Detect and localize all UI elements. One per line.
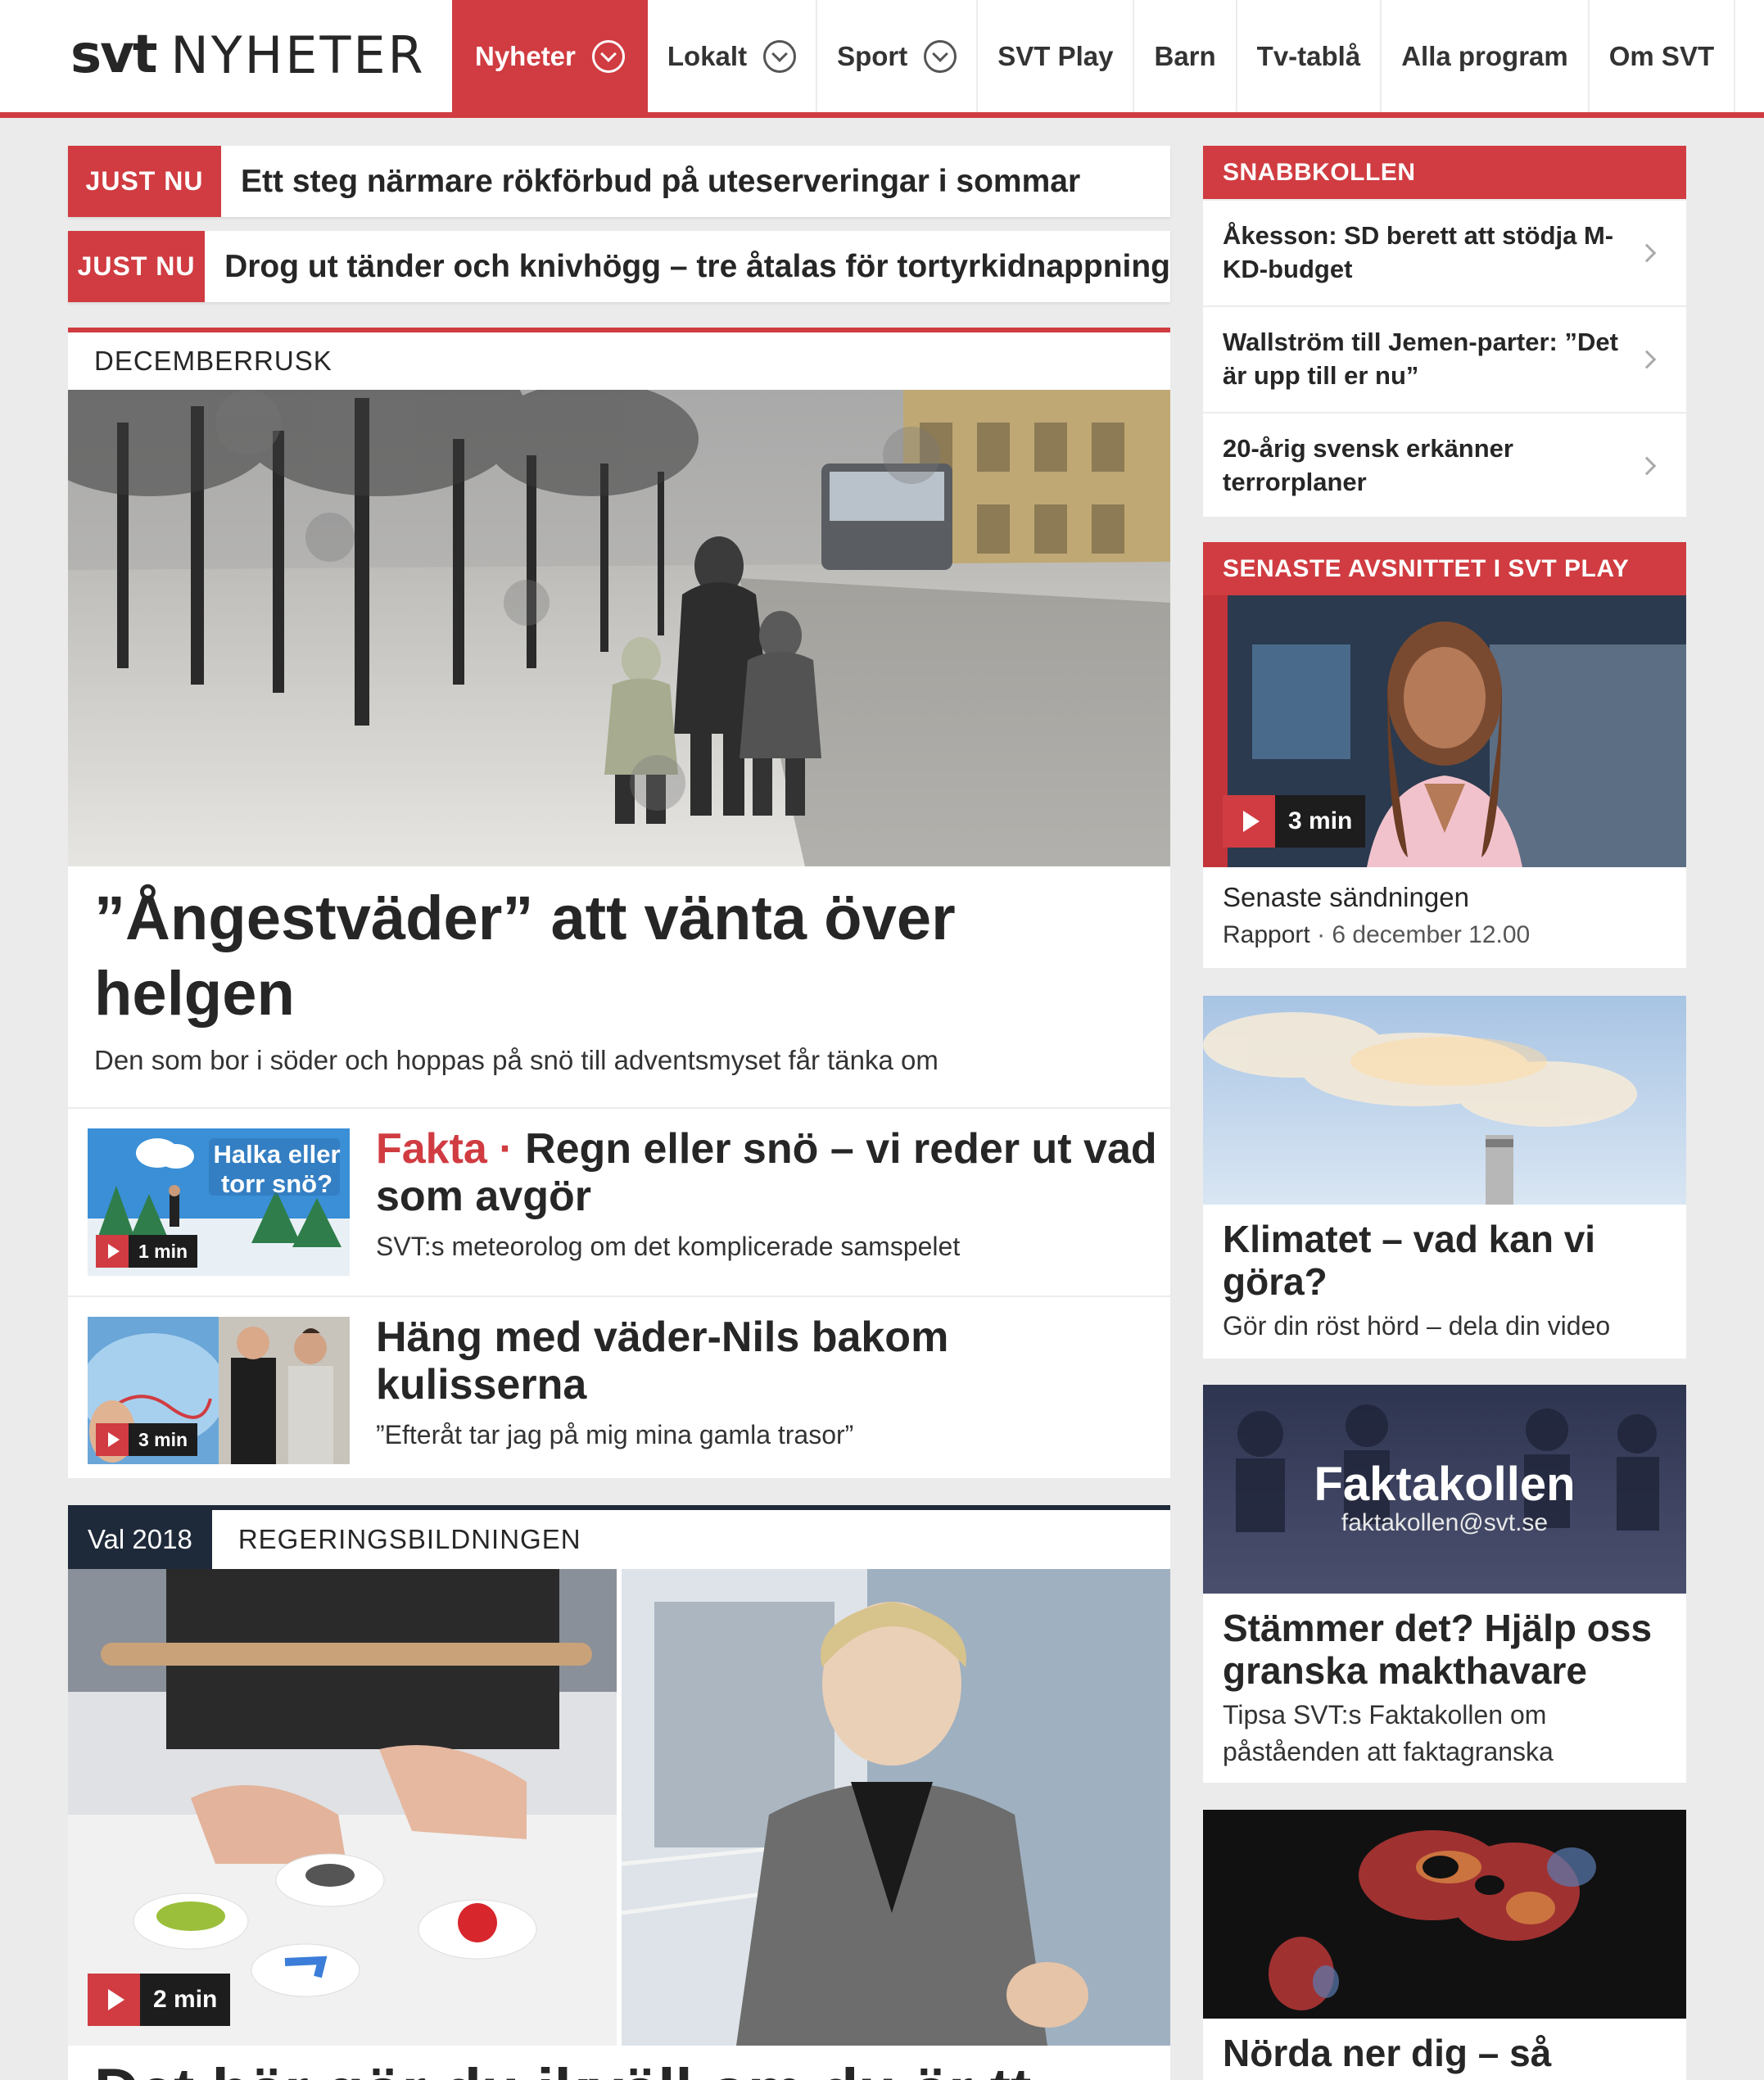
snowy-street-photo (68, 390, 1170, 866)
hero-headline[interactable]: ”Ångestväder” att vänta över helgen (68, 866, 1170, 1032)
site-header: svt NYHETER Nyheter Lokalt Sport SVT Pla… (0, 0, 1764, 112)
teaser-vignette: REGERINGSBILDNINGEN (237, 1524, 581, 1554)
sub-teaser-headline[interactable]: Fakta · Regn eller snö – vi reder ut vad… (376, 1125, 1162, 1220)
snabbkollen-heading: SNABBKOLLEN (1203, 146, 1686, 199)
politician-photo (622, 1569, 1170, 2046)
card-lead: Gör din röst hörd – dela din video (1223, 1311, 1611, 1341)
nav-item-alla-program[interactable]: Alla program (1382, 0, 1590, 112)
norda-card[interactable]: Nörda ner dig – så (1203, 1810, 1686, 2080)
justnu-item[interactable]: JUST NU Ett steg närmare rökförbud på ut… (68, 146, 1170, 217)
justnu-item[interactable]: JUST NU Drog ut tänder och knivhögg – tr… (68, 231, 1170, 302)
chevron-right-icon (1637, 243, 1657, 263)
nav-item-svt-play[interactable]: SVT Play (978, 0, 1135, 112)
fakta-kicker: Fakta · (376, 1125, 513, 1173)
sub-teaser-lead: ”Efteråt tar jag på mig mina gamla traso… (376, 1420, 854, 1449)
snabbkollen-item-text: Wallström till Jemen-parter: ”Det är upp… (1223, 328, 1618, 390)
chevron-down-icon[interactable] (763, 39, 797, 73)
play-icon (1223, 795, 1275, 848)
nav-label: Lokalt (667, 40, 748, 71)
nav-item-nyheter[interactable]: Nyheter (452, 0, 648, 112)
episode-meta: Rapport · 6 december 12.00 (1203, 913, 1686, 949)
chimney-photo (1203, 996, 1686, 1205)
snabbkollen-item-text: Åkesson: SD berett att stödja M-KD-budge… (1223, 221, 1614, 283)
nav-item-barn[interactable]: Barn (1134, 0, 1237, 112)
faktakollen-overlay-title: Faktakollen (1314, 1458, 1576, 1511)
duration-label: 1 min (138, 1240, 188, 1262)
justnu-headline[interactable]: Drog ut tänder och knivhögg – tre åtalas… (224, 249, 1170, 285)
teaser-images[interactable]: 2 min (68, 1569, 1170, 2046)
faktakollen-card[interactable]: Faktakollen faktakollen@svt.se Stämmer d… (1203, 1385, 1686, 1783)
sub-teaser-thumbnail[interactable]: Halka eller torr snö? 1 min (88, 1128, 350, 1276)
faktakollen-image: Faktakollen faktakollen@svt.se (1203, 1385, 1686, 1594)
justnu-label: JUST NU (68, 146, 221, 217)
chevron-right-icon (1637, 350, 1657, 369)
regering-teaser: Val 2018 REGERINGSBILDNINGEN 2 min (68, 1505, 1170, 2080)
svt-play-heading: SENASTE AVSNITTET I SVT PLAY (1203, 542, 1686, 595)
teaser-vignette: DECEMBERRUSK (94, 346, 332, 376)
snabbkollen-item[interactable]: Åkesson: SD berett att stödja M-KD-budge… (1203, 199, 1686, 305)
faktakollen-email: faktakollen@svt.se (1341, 1509, 1549, 1536)
card-headline[interactable]: Stämmer det? Hjälp oss granska makthavar… (1203, 1594, 1686, 1692)
video-duration-badge: 2 min (88, 1974, 231, 2026)
sub-teaser-lead: SVT:s meteorolog om det komplicerade sam… (376, 1232, 961, 1261)
snabbkollen-item[interactable]: Wallström till Jemen-parter: ”Det är upp… (1203, 305, 1686, 412)
header-divider (0, 112, 1764, 118)
thumb-overlay-text: Halka eller torr snö? (213, 1140, 341, 1198)
sub-teaser[interactable]: 3 min Häng med väder-Nils bakom kulisser… (68, 1295, 1170, 1484)
chevron-down-icon[interactable] (591, 39, 625, 73)
sub-teaser-headline[interactable]: Häng med väder-Nils bakom kulisserna (376, 1314, 1162, 1409)
duration-label: 2 min (153, 1986, 218, 2013)
program-name: Rapport (1223, 921, 1310, 948)
anchor-photo[interactable]: 3 min (1203, 595, 1686, 867)
logo-svt: svt (70, 25, 157, 85)
hero-image[interactable] (68, 390, 1170, 866)
snabbkollen-item[interactable]: 20-årig svensk erkänner terrorplaner (1203, 412, 1686, 518)
justnu-headline[interactable]: Ett steg närmare rökförbud på uteserveri… (241, 164, 1080, 200)
logo-nyheter: NYHETER (170, 25, 426, 85)
svt-play-box[interactable]: SENASTE AVSNITTET I SVT PLAY 3 min Senas… (1203, 542, 1686, 968)
main-nav: Nyheter Lokalt Sport SVT Play Barn Tv-ta… (452, 0, 1736, 112)
play-icon (96, 1235, 129, 1268)
nav-item-om-svt[interactable]: Om SVT (1590, 0, 1736, 112)
justnu-label: JUST NU (68, 231, 206, 302)
card-headline[interactable]: Nörda ner dig – så (1203, 2019, 1686, 2074)
regering-headline[interactable]: Det här gör du ikväll om du är tt (68, 2046, 1170, 2080)
video-duration-badge: 3 min (96, 1423, 198, 1456)
duration-label: 3 min (1288, 807, 1353, 834)
snabbkollen-item-text: 20-årig svensk erkänner terrorplaner (1223, 434, 1513, 496)
video-duration-badge: 1 min (96, 1235, 198, 1268)
svt-nyheter-logo[interactable]: svt NYHETER (70, 18, 426, 92)
sub-teaser-thumbnail[interactable]: 3 min (88, 1317, 350, 1464)
nav-label: Nyheter (475, 40, 576, 71)
video-duration-badge: 3 min (1223, 795, 1366, 848)
duration-label: 3 min (138, 1428, 188, 1450)
play-icon (88, 1974, 140, 2026)
klimat-card[interactable]: Klimatet – vad kan vi göra? Gör din röst… (1203, 996, 1686, 1359)
nav-label: Sport (837, 40, 908, 71)
teaser-header: Val 2018 REGERINGSBILDNINGEN (68, 1510, 1170, 1569)
broadcast-date: · 6 december 12.00 (1309, 921, 1531, 948)
nav-item-lokalt[interactable]: Lokalt (648, 0, 818, 112)
card-headline[interactable]: Klimatet – vad kan vi göra? (1203, 1205, 1686, 1303)
snabbkollen-box: SNABBKOLLEN Åkesson: SD berett att stödj… (1203, 146, 1686, 517)
episode-title[interactable]: Senaste sändningen (1203, 867, 1686, 913)
party-buttons-photo: 2 min (68, 1569, 617, 2046)
hero-lead: Den som bor i söder och hoppas på snö ti… (94, 1045, 939, 1075)
nav-item-tv-tabla[interactable]: Tv-tablå (1237, 0, 1382, 112)
card-lead: Tipsa SVT:s Faktakollen om påståenden at… (1223, 1700, 1554, 1766)
main-teaser: DECEMBERRUSK ”Ångestväder” att vänta öve… (68, 328, 1170, 1478)
val-2018-tag[interactable]: Val 2018 (68, 1510, 212, 1569)
play-icon (96, 1423, 129, 1456)
chevron-right-icon (1637, 456, 1657, 476)
sweden-dot-map (1203, 1810, 1686, 2019)
chevron-down-icon[interactable] (924, 39, 957, 73)
sub-teaser[interactable]: Halka eller torr snö? 1 min Fakta · Regn… (68, 1107, 1170, 1295)
nav-item-sport[interactable]: Sport (817, 0, 979, 112)
